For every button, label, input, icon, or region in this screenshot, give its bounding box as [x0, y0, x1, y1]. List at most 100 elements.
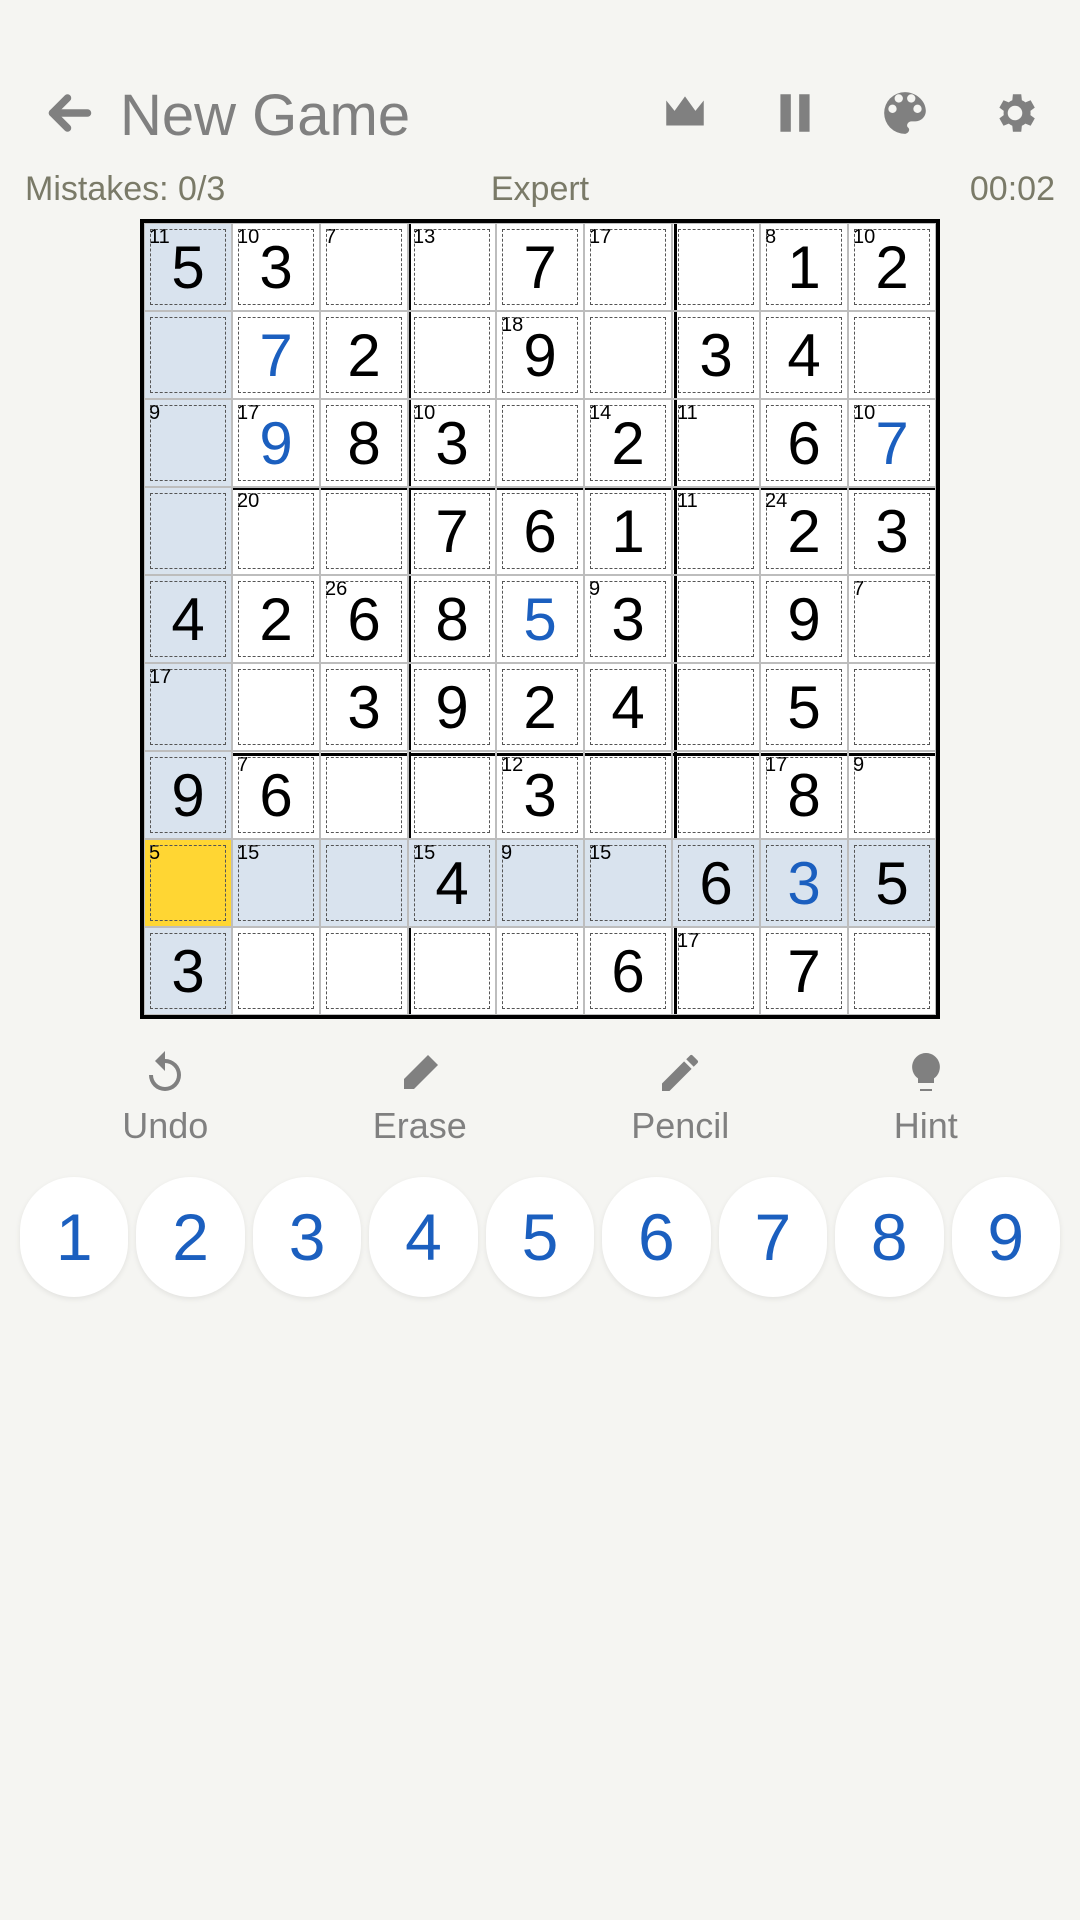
digit-8-button[interactable]: 8	[835, 1177, 943, 1297]
cell-5-0[interactable]: 17	[144, 663, 232, 751]
cell-5-7[interactable]: 5	[760, 663, 848, 751]
cell-1-0[interactable]	[144, 311, 232, 399]
cell-1-3[interactable]	[408, 311, 496, 399]
cell-6-7[interactable]: 817	[760, 751, 848, 839]
cell-5-6[interactable]	[672, 663, 760, 751]
cell-2-4[interactable]	[496, 399, 584, 487]
cell-1-5[interactable]	[584, 311, 672, 399]
cell-7-4[interactable]: 9	[496, 839, 584, 927]
cell-1-4[interactable]: 918	[496, 311, 584, 399]
crown-icon[interactable]	[660, 88, 710, 143]
cell-4-0[interactable]: 4	[144, 575, 232, 663]
digit-4-button[interactable]: 4	[369, 1177, 477, 1297]
back-button[interactable]	[40, 83, 100, 148]
cell-5-8[interactable]	[848, 663, 936, 751]
cell-8-2[interactable]	[320, 927, 408, 1015]
cell-3-6[interactable]: 11	[672, 487, 760, 575]
digit-3-button[interactable]: 3	[253, 1177, 361, 1297]
cell-2-1[interactable]: 917	[232, 399, 320, 487]
cell-6-4[interactable]: 312	[496, 751, 584, 839]
cell-7-5[interactable]: 15	[584, 839, 672, 927]
digit-2-button[interactable]: 2	[136, 1177, 244, 1297]
digit-6-button[interactable]: 6	[602, 1177, 710, 1297]
cell-8-0[interactable]: 3	[144, 927, 232, 1015]
cell-0-7[interactable]: 18	[760, 223, 848, 311]
cell-4-5[interactable]: 39	[584, 575, 672, 663]
cell-8-7[interactable]: 7	[760, 927, 848, 1015]
cell-3-1[interactable]: 20	[232, 487, 320, 575]
cell-0-3[interactable]: 13	[408, 223, 496, 311]
cell-0-4[interactable]: 7	[496, 223, 584, 311]
cell-5-5[interactable]: 4	[584, 663, 672, 751]
cell-4-8[interactable]: 7	[848, 575, 936, 663]
digit-9-button[interactable]: 9	[952, 1177, 1060, 1297]
cell-4-6[interactable]	[672, 575, 760, 663]
pencil-button[interactable]: Pencil	[631, 1049, 729, 1147]
cell-2-5[interactable]: 214	[584, 399, 672, 487]
cell-1-8[interactable]	[848, 311, 936, 399]
undo-button[interactable]: Undo	[122, 1049, 208, 1147]
cell-8-1[interactable]	[232, 927, 320, 1015]
cell-2-0[interactable]: 9	[144, 399, 232, 487]
cell-2-3[interactable]: 310	[408, 399, 496, 487]
cell-6-5[interactable]	[584, 751, 672, 839]
cell-5-4[interactable]: 2	[496, 663, 584, 751]
cell-4-2[interactable]: 626	[320, 575, 408, 663]
cell-3-5[interactable]: 1	[584, 487, 672, 575]
gear-icon[interactable]	[990, 88, 1040, 143]
cell-3-0[interactable]	[144, 487, 232, 575]
cell-5-1[interactable]	[232, 663, 320, 751]
cell-4-4[interactable]: 5	[496, 575, 584, 663]
cell-1-1[interactable]: 7	[232, 311, 320, 399]
number-pad: 123456789	[0, 1177, 1080, 1297]
cell-1-7[interactable]: 4	[760, 311, 848, 399]
digit-7-button[interactable]: 7	[719, 1177, 827, 1297]
cell-0-2[interactable]: 7	[320, 223, 408, 311]
cell-3-2[interactable]	[320, 487, 408, 575]
cell-8-6[interactable]: 17	[672, 927, 760, 1015]
cell-0-1[interactable]: 310	[232, 223, 320, 311]
cell-3-4[interactable]: 6	[496, 487, 584, 575]
cell-4-1[interactable]: 2	[232, 575, 320, 663]
cell-4-7[interactable]: 9	[760, 575, 848, 663]
digit-1-button[interactable]: 1	[20, 1177, 128, 1297]
cell-7-8[interactable]: 5	[848, 839, 936, 927]
cell-3-3[interactable]: 7	[408, 487, 496, 575]
cell-3-8[interactable]: 3	[848, 487, 936, 575]
cell-6-0[interactable]: 9	[144, 751, 232, 839]
cell-2-2[interactable]: 8	[320, 399, 408, 487]
cell-6-3[interactable]	[408, 751, 496, 839]
cell-6-6[interactable]	[672, 751, 760, 839]
cell-2-8[interactable]: 710	[848, 399, 936, 487]
cell-7-3[interactable]: 415	[408, 839, 496, 927]
cell-7-7[interactable]: 3	[760, 839, 848, 927]
cell-7-0[interactable]: 5	[144, 839, 232, 927]
cell-0-6[interactable]	[672, 223, 760, 311]
cell-0-5[interactable]: 17	[584, 223, 672, 311]
cell-1-6[interactable]: 3	[672, 311, 760, 399]
cell-8-5[interactable]: 6	[584, 927, 672, 1015]
cell-6-2[interactable]	[320, 751, 408, 839]
cell-6-8[interactable]: 9	[848, 751, 936, 839]
cell-2-6[interactable]: 11	[672, 399, 760, 487]
cell-2-7[interactable]: 6	[760, 399, 848, 487]
hint-button[interactable]: Hint	[894, 1049, 958, 1147]
palette-icon[interactable]	[880, 88, 930, 143]
cell-0-8[interactable]: 210	[848, 223, 936, 311]
cell-0-0[interactable]: 511	[144, 223, 232, 311]
cell-6-1[interactable]: 67	[232, 751, 320, 839]
cell-8-8[interactable]	[848, 927, 936, 1015]
cell-5-3[interactable]: 9	[408, 663, 496, 751]
cell-7-2[interactable]	[320, 839, 408, 927]
cell-8-3[interactable]	[408, 927, 496, 1015]
cell-3-7[interactable]: 224	[760, 487, 848, 575]
cell-8-4[interactable]	[496, 927, 584, 1015]
cell-7-6[interactable]: 6	[672, 839, 760, 927]
cell-4-3[interactable]: 8	[408, 575, 496, 663]
erase-button[interactable]: Erase	[373, 1049, 467, 1147]
digit-5-button[interactable]: 5	[486, 1177, 594, 1297]
pause-icon[interactable]	[770, 88, 820, 143]
cell-1-2[interactable]: 2	[320, 311, 408, 399]
cell-7-1[interactable]: 15	[232, 839, 320, 927]
cell-5-2[interactable]: 3	[320, 663, 408, 751]
